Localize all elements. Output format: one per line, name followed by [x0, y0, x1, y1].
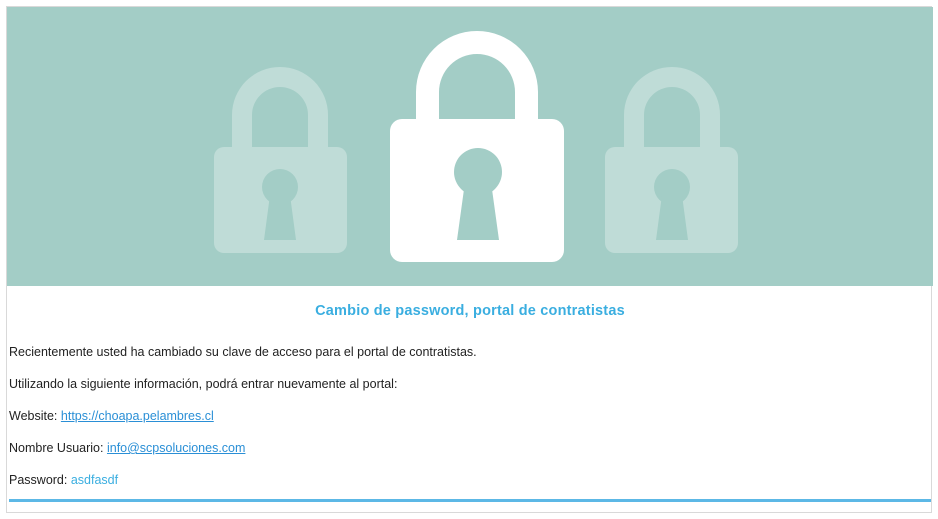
padlocks-illustration — [214, 31, 738, 262]
instruction-text: Utilizando la siguiente información, pod… — [9, 377, 398, 391]
website-link[interactable]: https://choapa.pelambres.cl — [61, 409, 214, 423]
bottom-divider — [9, 499, 931, 502]
intro-text: Recientemente usted ha cambiado su clave… — [9, 345, 477, 359]
website-label: Website: — [9, 409, 58, 423]
padlock-icon — [605, 67, 738, 253]
password-row: Password: asdfasdf — [9, 473, 118, 487]
header-banner — [7, 7, 933, 286]
username-label: Nombre Usuario: — [9, 441, 104, 455]
padlock-icon — [214, 67, 347, 253]
password-value: asdfasdf — [70, 473, 119, 487]
username-link[interactable]: info@scpsoluciones.com — [107, 441, 245, 455]
email-title: Cambio de password, portal de contratist… — [315, 303, 625, 319]
padlock-icon — [390, 31, 564, 262]
password-label: Password: — [9, 473, 68, 487]
website-row: Website: https://choapa.pelambres.cl — [9, 409, 214, 423]
username-row: Nombre Usuario: info@scpsoluciones.com — [9, 441, 245, 455]
